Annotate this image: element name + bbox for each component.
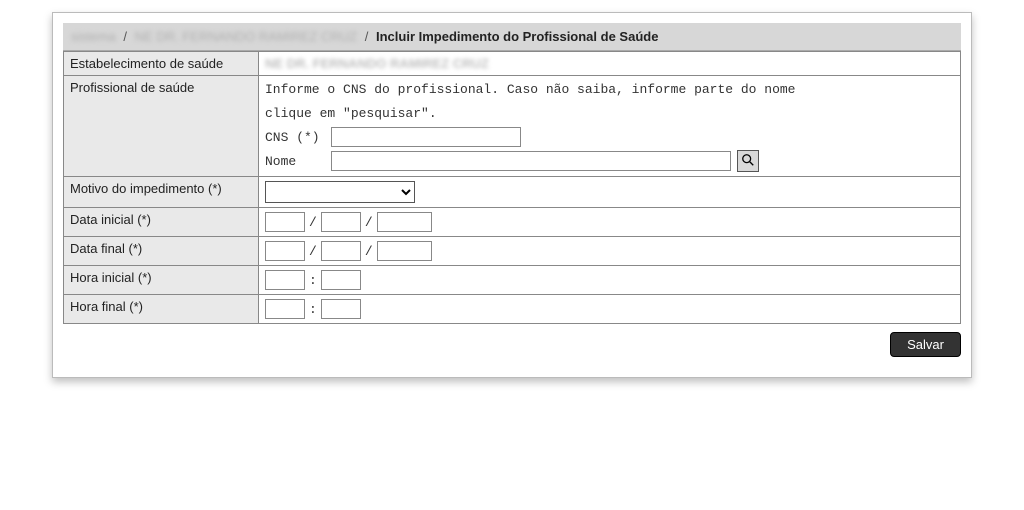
label-data-final: Data final (*) xyxy=(64,237,259,266)
prof-help-line2: clique em "pesquisar". xyxy=(265,104,954,124)
value-data-inicial: / / xyxy=(259,208,961,237)
breadcrumb-part1: sistema xyxy=(71,29,116,44)
breadcrumb-sep: / xyxy=(123,29,127,44)
nome-input[interactable] xyxy=(331,151,731,171)
data-final-dia[interactable] xyxy=(265,241,305,261)
hora-inicial-h[interactable] xyxy=(265,270,305,290)
data-inicial-dia[interactable] xyxy=(265,212,305,232)
time-sep: : xyxy=(309,273,317,288)
value-hora-final: : xyxy=(259,295,961,324)
form-table: Estabelecimento de saúde NE DR. FERNANDO… xyxy=(63,51,961,324)
breadcrumb-part2: NE DR. FERNANDO RAMIREZ CRUZ xyxy=(135,29,357,44)
label-data-inicial: Data inicial (*) xyxy=(64,208,259,237)
date-sep: / xyxy=(309,215,317,230)
data-final-ano[interactable] xyxy=(377,241,432,261)
label-hora-inicial: Hora inicial (*) xyxy=(64,266,259,295)
motivo-select[interactable] xyxy=(265,181,415,203)
nome-label: Nome xyxy=(265,154,325,169)
value-estabelecimento: NE DR. FERNANDO RAMIREZ CRUZ xyxy=(259,52,961,76)
button-row: Salvar xyxy=(63,324,961,357)
breadcrumb: sistema / NE DR. FERNANDO RAMIREZ CRUZ /… xyxy=(63,23,961,51)
breadcrumb-sep: / xyxy=(365,29,369,44)
prof-help-line1: Informe o CNS do profissional. Caso não … xyxy=(265,80,954,100)
breadcrumb-current: Incluir Impedimento do Profissional de S… xyxy=(376,29,658,44)
data-inicial-mes[interactable] xyxy=(321,212,361,232)
label-estabelecimento: Estabelecimento de saúde xyxy=(64,52,259,76)
date-sep: / xyxy=(365,244,373,259)
form-panel: sistema / NE DR. FERNANDO RAMIREZ CRUZ /… xyxy=(52,12,972,378)
value-hora-inicial: : xyxy=(259,266,961,295)
hora-final-h[interactable] xyxy=(265,299,305,319)
time-sep: : xyxy=(309,302,317,317)
estabelecimento-text: NE DR. FERNANDO RAMIREZ CRUZ xyxy=(265,56,489,71)
search-button[interactable] xyxy=(737,150,759,172)
search-icon xyxy=(741,153,755,170)
save-button[interactable]: Salvar xyxy=(890,332,961,357)
hora-final-m[interactable] xyxy=(321,299,361,319)
date-sep: / xyxy=(365,215,373,230)
value-motivo xyxy=(259,177,961,208)
date-sep: / xyxy=(309,244,317,259)
cns-label: CNS (*) xyxy=(265,130,325,145)
label-motivo: Motivo do impedimento (*) xyxy=(64,177,259,208)
label-hora-final: Hora final (*) xyxy=(64,295,259,324)
cns-input[interactable] xyxy=(331,127,521,147)
data-final-mes[interactable] xyxy=(321,241,361,261)
nome-row: Nome xyxy=(265,150,954,172)
hora-inicial-m[interactable] xyxy=(321,270,361,290)
cns-row: CNS (*) xyxy=(265,127,954,147)
label-profissional: Profissional de saúde xyxy=(64,76,259,177)
value-data-final: / / xyxy=(259,237,961,266)
value-profissional: Informe o CNS do profissional. Caso não … xyxy=(259,76,961,177)
data-inicial-ano[interactable] xyxy=(377,212,432,232)
